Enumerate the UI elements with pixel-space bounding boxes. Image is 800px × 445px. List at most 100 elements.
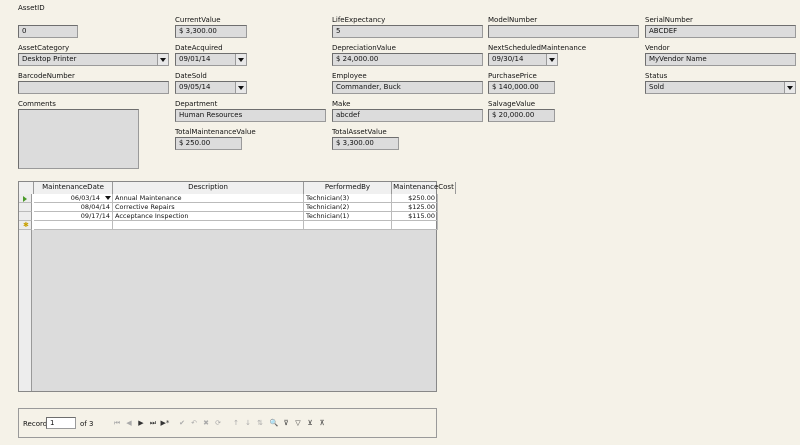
vendor-field[interactable]: MyVendor Name <box>645 53 796 66</box>
cell-maintenance-cost[interactable]: $250.00 <box>392 194 438 203</box>
department-label: Department <box>175 100 218 108</box>
date-acquired-value: 09/01/14 <box>179 55 211 63</box>
column-header-description[interactable]: Description <box>113 182 304 194</box>
total-asset-value-label: TotalAssetValue <box>332 128 387 136</box>
status-value: Sold <box>649 83 665 91</box>
apply-filter-icon[interactable]: ⊻ <box>305 418 315 428</box>
cell-text: 06/03/14 <box>70 194 100 202</box>
previous-record-icon[interactable]: ◀ <box>124 418 134 428</box>
cell-description[interactable]: Annual Maintenance <box>113 194 304 203</box>
new-record-icon: ✱ <box>23 221 29 229</box>
asset-id-label: AssetID <box>18 4 45 12</box>
cell-maintenance-date[interactable] <box>34 221 113 230</box>
column-header-maintenance-date[interactable]: MaintenanceDate <box>34 182 113 194</box>
date-sold-label: DateSold <box>175 72 207 80</box>
asset-category-value: Desktop Printer <box>22 55 77 63</box>
date-sold-value: 09/05/14 <box>179 83 211 91</box>
column-header-maintenance-cost[interactable]: MaintenanceCost <box>392 182 456 194</box>
row-selector[interactable] <box>19 212 32 221</box>
chevron-down-icon[interactable] <box>235 54 246 65</box>
find-record-icon[interactable]: 🔍 <box>269 418 279 428</box>
salvage-value-field[interactable]: $ 20,000.00 <box>488 109 555 122</box>
chevron-down-icon[interactable] <box>157 54 168 65</box>
cell-maintenance-cost[interactable] <box>392 221 438 230</box>
refresh-icon[interactable]: ⟳ <box>213 418 223 428</box>
status-label: Status <box>645 72 668 80</box>
sort-descending-icon[interactable]: ↓ <box>243 418 253 428</box>
date-acquired-dropdown[interactable]: 09/01/14 <box>175 53 247 66</box>
date-sold-dropdown[interactable]: 09/05/14 <box>175 81 247 94</box>
date-acquired-label: DateAcquired <box>175 44 223 52</box>
employee-field[interactable]: Commander, Buck <box>332 81 483 94</box>
current-row-icon <box>23 196 27 202</box>
row-selector[interactable] <box>19 194 32 203</box>
chevron-down-icon[interactable] <box>235 82 246 93</box>
chevron-down-icon[interactable] <box>546 54 557 65</box>
next-scheduled-maintenance-label: NextScheduledMaintenance <box>488 44 586 52</box>
model-number-field[interactable] <box>488 25 639 38</box>
cell-maintenance-date[interactable]: 09/17/14 <box>34 212 113 221</box>
grid-corner-cell <box>19 182 34 194</box>
status-dropdown[interactable]: Sold <box>645 81 796 94</box>
barcode-number-field[interactable] <box>18 81 169 94</box>
record-number-input[interactable]: 1 <box>46 417 76 429</box>
cell-maintenance-date[interactable]: 08/04/14 <box>34 203 113 212</box>
of-label: of <box>80 420 87 428</box>
record-navigator: Record 1 of 3 ⏮ ◀ ▶ ⏭ ▶* ✔ ↶ ✖ ⟳ ↑ ↓ ⇅ 🔍… <box>18 408 437 438</box>
asset-category-dropdown[interactable]: Desktop Printer <box>18 53 169 66</box>
life-expectancy-label: LifeExpectancy <box>332 16 386 24</box>
next-record-icon[interactable]: ▶ <box>136 418 146 428</box>
asset-id-field[interactable]: 0 <box>18 25 78 38</box>
sort-icon[interactable]: ⇅ <box>255 418 265 428</box>
life-expectancy-field[interactable]: 5 <box>332 25 483 38</box>
model-number-label: ModelNumber <box>488 16 538 24</box>
table-row[interactable]: 06/03/14 Annual Maintenance Technician(3… <box>19 194 438 203</box>
first-record-icon[interactable]: ⏮ <box>112 418 122 428</box>
form-filter-icon[interactable]: ▽ <box>293 418 303 428</box>
make-field[interactable]: abcdef <box>332 109 483 122</box>
serial-number-field[interactable]: ABCDEF <box>645 25 796 38</box>
undo-icon[interactable]: ↶ <box>189 418 199 428</box>
last-record-icon[interactable]: ⏭ <box>148 418 158 428</box>
chevron-down-icon[interactable] <box>784 82 795 93</box>
purchase-price-label: PurchasePrice <box>488 72 537 80</box>
table-row[interactable]: 08/04/14 Corrective Repairs Technician(2… <box>19 203 438 212</box>
autofilter-icon[interactable]: ⊽ <box>281 418 291 428</box>
cell-maintenance-cost[interactable]: $125.00 <box>392 203 438 212</box>
cell-performed-by[interactable]: Technician(1) <box>304 212 392 221</box>
department-field[interactable]: Human Resources <box>175 109 326 122</box>
new-record-row[interactable]: ✱ <box>19 221 438 230</box>
cell-description[interactable] <box>113 221 304 230</box>
depreciation-value-field[interactable]: $ 24,000.00 <box>332 53 483 66</box>
cell-maintenance-date[interactable]: 06/03/14 <box>34 194 113 203</box>
table-row[interactable]: 09/17/14 Acceptance Inspection Technicia… <box>19 212 438 221</box>
row-selector[interactable] <box>19 203 32 212</box>
depreciation-value-label: DepreciationValue <box>332 44 396 52</box>
next-scheduled-maintenance-dropdown[interactable]: 09/30/14 <box>488 53 558 66</box>
cell-performed-by[interactable]: Technician(2) <box>304 203 392 212</box>
total-asset-value-field[interactable]: $ 3,300.00 <box>332 137 399 150</box>
cell-performed-by[interactable] <box>304 221 392 230</box>
purchase-price-field[interactable]: $ 140,000.00 <box>488 81 555 94</box>
reset-filter-icon[interactable]: ⊼ <box>317 418 327 428</box>
cell-description[interactable]: Acceptance Inspection <box>113 212 304 221</box>
save-record-icon[interactable]: ✔ <box>177 418 187 428</box>
current-value-field[interactable]: $ 3,300.00 <box>175 25 247 38</box>
column-header-performed-by[interactable]: PerformedBy <box>304 182 392 194</box>
current-value-label: CurrentValue <box>175 16 221 24</box>
cell-performed-by[interactable]: Technician(3) <box>304 194 392 203</box>
total-maintenance-value-field[interactable]: $ 250.00 <box>175 137 242 150</box>
next-scheduled-maintenance-value: 09/30/14 <box>492 55 524 63</box>
delete-record-icon[interactable]: ✖ <box>201 418 211 428</box>
maintenance-grid[interactable]: MaintenanceDate Description PerformedBy … <box>18 181 456 392</box>
row-selector[interactable]: ✱ <box>19 221 32 230</box>
barcode-number-label: BarcodeNumber <box>18 72 75 80</box>
chevron-down-icon[interactable] <box>105 196 111 200</box>
sort-ascending-icon[interactable]: ↑ <box>231 418 241 428</box>
comments-label: Comments <box>18 100 56 108</box>
record-total: 3 <box>89 420 94 428</box>
cell-description[interactable]: Corrective Repairs <box>113 203 304 212</box>
comments-field[interactable] <box>18 109 139 169</box>
cell-maintenance-cost[interactable]: $115.00 <box>392 212 438 221</box>
new-record-icon[interactable]: ▶* <box>160 418 170 428</box>
